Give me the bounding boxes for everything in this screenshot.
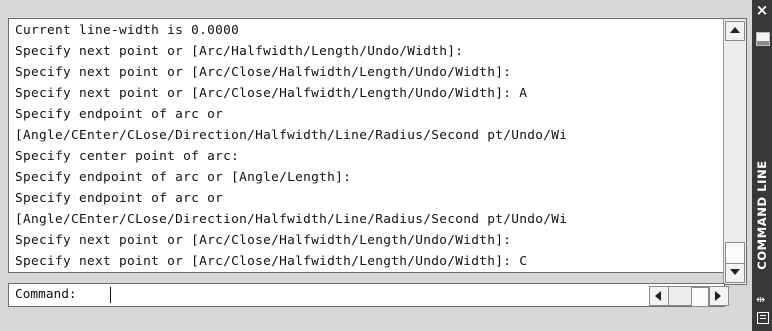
vertical-scrollbar[interactable] <box>723 18 747 285</box>
history-line: Specify endpoint of arc or [Angle/Length… <box>15 170 352 185</box>
palette-title-bar[interactable]: × COMMAND LINE ⇹ <box>752 0 772 331</box>
horizontal-scroll-thumb[interactable] <box>691 287 709 307</box>
resize-icon[interactable]: ⇹ <box>756 294 765 306</box>
command-input-row[interactable]: Command: <box>8 283 729 307</box>
history-line: [Angle/CEnter/CLose/Direction/Halfwidth/… <box>15 212 568 227</box>
text-cursor <box>110 287 111 303</box>
history-line: Specify center point of arc: <box>15 149 240 164</box>
scroll-up-button[interactable] <box>725 21 745 41</box>
properties-icon[interactable] <box>756 32 770 46</box>
command-prompt: Command: <box>15 287 77 302</box>
close-icon[interactable]: × <box>754 2 770 18</box>
history-line: Specify endpoint of arc or <box>15 191 224 206</box>
history-line: Specify endpoint of arc or <box>15 107 224 122</box>
history-line: Specify next point or [Arc/Close/Halfwid… <box>15 86 528 101</box>
arrow-left-icon <box>655 291 661 301</box>
scroll-down-button[interactable] <box>725 263 745 283</box>
list-icon[interactable] <box>757 312 769 324</box>
history-line: Specify next point or [Arc/Close/Halfwid… <box>15 65 512 80</box>
scroll-right-button[interactable] <box>709 286 729 306</box>
history-line: Specify next point or [Arc/Halfwidth/Len… <box>15 44 464 59</box>
history-line: [Angle/CEnter/CLose/Direction/Halfwidth/… <box>15 128 568 143</box>
command-history: Current line-width is 0.0000 Specify nex… <box>8 18 724 273</box>
arrow-right-icon <box>715 291 721 301</box>
history-line: Current line-width is 0.0000 <box>15 23 240 38</box>
history-line: Specify next point or [Arc/Close/Halfwid… <box>15 233 512 248</box>
window-title: COMMAND LINE <box>755 160 769 270</box>
arrow-down-icon <box>730 269 740 275</box>
horizontal-scrollbar[interactable] <box>649 286 729 307</box>
command-line-window: Current line-width is 0.0000 Specify nex… <box>0 0 772 331</box>
scroll-left-button[interactable] <box>649 286 669 306</box>
arrow-up-icon <box>730 27 740 33</box>
horizontal-scroll-track[interactable] <box>669 286 709 307</box>
history-line: Specify next point or [Arc/Close/Halfwid… <box>15 254 528 269</box>
